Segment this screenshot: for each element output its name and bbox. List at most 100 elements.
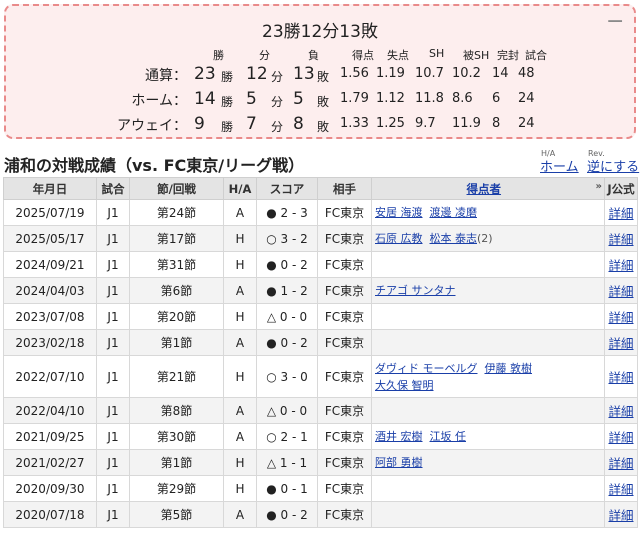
- scorer-link[interactable]: ダヴィド モーベルグ: [375, 362, 478, 375]
- home-link[interactable]: ホーム: [540, 156, 579, 175]
- scorer-link[interactable]: 安居 海渡: [375, 206, 423, 219]
- col-ha: H/A: [223, 177, 257, 200]
- detail-link[interactable]: 詳細: [608, 508, 633, 523]
- detail-link[interactable]: 詳細: [608, 430, 633, 445]
- detail-link[interactable]: 詳細: [608, 206, 633, 221]
- goal-count: (2): [477, 232, 493, 245]
- match-round: 第6節: [129, 277, 224, 304]
- summary-header: 勝: [213, 49, 224, 62]
- detail-cell: 詳細: [604, 355, 638, 398]
- summary-row-label: 通算：: [145, 68, 187, 84]
- table-row: 2021/09/25 J1 第30節 A ○ 2 - 1 FC東京 酒井 宏樹 江坂 任詳細: [3, 423, 638, 450]
- match-date: 2020/09/30: [3, 475, 97, 502]
- summary-draw-unit: 分: [271, 70, 284, 84]
- summary-games: 24: [518, 116, 535, 131]
- summary-goals-for: 1.79: [340, 91, 369, 106]
- summary-panel: 23勝12分13敗 − 勝分負得点 失点 SH 被SH 完封 試合 通算： 23 勝 12 分 13 敗…: [4, 4, 636, 139]
- detail-link[interactable]: 詳細: [608, 232, 633, 247]
- table-row: 2024/09/21 J1 第31節 H ● 0 - 2 FC東京 詳細: [3, 251, 638, 278]
- match-opponent: FC東京: [317, 199, 372, 226]
- match-round: 第30節: [129, 423, 224, 450]
- scorer-link[interactable]: 江坂 任: [430, 430, 467, 443]
- match-competition: J1: [96, 397, 130, 424]
- summary-win-unit: 勝: [221, 120, 234, 134]
- match-date: 2024/09/21: [3, 251, 97, 278]
- summary-draw-unit: 分: [271, 95, 284, 109]
- match-competition: J1: [96, 251, 130, 278]
- summary-loss-unit: 敗: [317, 95, 330, 109]
- scorers-sort-link[interactable]: 得点者: [467, 182, 502, 196]
- summary-losses: 5: [293, 89, 304, 109]
- match-score: ○ 3 - 2: [256, 225, 318, 252]
- scorer-link[interactable]: チアゴ サンタナ: [375, 284, 456, 297]
- table-header-row: 年月日 試合 節/回戦 H/A スコア 相手 得点者 » J公式: [3, 177, 638, 200]
- match-scorers: [371, 397, 605, 424]
- match-ha: A: [223, 277, 257, 304]
- summary-goals-against: 1.25: [376, 116, 405, 131]
- match-scorers: 石原 広教 松本 泰志(2): [371, 225, 605, 252]
- match-opponent: FC東京: [317, 277, 372, 304]
- match-date: 2024/04/03: [3, 277, 97, 304]
- match-date: 2022/07/10: [3, 355, 97, 398]
- detail-link[interactable]: 詳細: [608, 370, 633, 385]
- summary-row-label: ホーム：: [131, 93, 187, 109]
- match-ha: H: [223, 225, 257, 252]
- scorer-link[interactable]: 石原 広教: [375, 232, 423, 245]
- match-scorers: [371, 475, 605, 502]
- table-row: 2022/07/10 J1 第21節 H ○ 3 - 0 FC東京 ダヴィド モーベルグ 伊…: [3, 355, 638, 398]
- detail-link[interactable]: 詳細: [608, 336, 633, 351]
- match-opponent: FC東京: [317, 501, 372, 528]
- detail-link[interactable]: 詳細: [608, 404, 633, 419]
- match-competition: J1: [96, 277, 130, 304]
- reverse-link[interactable]: 逆にする: [587, 156, 639, 175]
- scorer-link[interactable]: 阿部 勇樹: [375, 456, 423, 469]
- scorer-link[interactable]: 大久保 智明: [375, 379, 434, 392]
- summary-losses: 13: [293, 64, 315, 84]
- col-date: 年月日: [3, 177, 97, 200]
- scorer-link[interactable]: 松本 泰志: [430, 232, 478, 245]
- match-competition: J1: [96, 475, 130, 502]
- match-scorers: チアゴ サンタナ: [371, 277, 605, 304]
- summary-shots-against: 8.6: [452, 91, 473, 106]
- match-competition: J1: [96, 225, 130, 252]
- match-ha: A: [223, 397, 257, 424]
- detail-cell: 詳細: [604, 501, 638, 528]
- scorer-link[interactable]: 酒井 宏樹: [375, 430, 423, 443]
- summary-wins: 14: [194, 89, 216, 109]
- summary-loss-unit: 敗: [317, 70, 330, 84]
- summary-shots-against: 10.2: [452, 66, 481, 81]
- match-scorers: [371, 251, 605, 278]
- match-ha: H: [223, 449, 257, 476]
- match-scorers: [371, 501, 605, 528]
- match-score: ● 0 - 2: [256, 501, 318, 528]
- match-competition: J1: [96, 355, 130, 398]
- sort-icon[interactable]: »: [596, 181, 602, 192]
- summary-loss-unit: 敗: [317, 120, 330, 134]
- detail-link[interactable]: 詳細: [608, 310, 633, 325]
- match-score: ● 2 - 3: [256, 199, 318, 226]
- col-opponent: 相手: [317, 177, 372, 200]
- match-opponent: FC東京: [317, 225, 372, 252]
- detail-cell: 詳細: [604, 277, 638, 304]
- match-scorers: 安居 海渡 渡邊 凌磨: [371, 199, 605, 226]
- summary-win-unit: 勝: [221, 95, 234, 109]
- summary-draws: 7: [246, 114, 257, 134]
- match-score: △ 1 - 1: [256, 449, 318, 476]
- summary-shots: 10.7: [415, 66, 444, 81]
- table-row: 2024/04/03 J1 第6節 A ● 1 - 2 FC東京 チアゴ サンタナ 詳細: [3, 277, 638, 304]
- detail-link[interactable]: 詳細: [608, 482, 633, 497]
- scorer-link[interactable]: 伊藤 敦樹: [485, 362, 533, 375]
- detail-link[interactable]: 詳細: [608, 258, 633, 273]
- scorer-link[interactable]: 渡邊 凌磨: [430, 206, 478, 219]
- match-score: ● 0 - 2: [256, 251, 318, 278]
- match-ha: A: [223, 329, 257, 356]
- detail-link[interactable]: 詳細: [608, 456, 633, 471]
- table-row: 2020/09/30 J1 第29節 H ● 0 - 1 FC東京 詳細: [3, 475, 638, 502]
- summary-header: 完封: [497, 49, 519, 62]
- match-round: 第29節: [129, 475, 224, 502]
- detail-cell: 詳細: [604, 397, 638, 424]
- summary-losses: 8: [293, 114, 304, 134]
- detail-link[interactable]: 詳細: [608, 284, 633, 299]
- table-row: 2022/04/10 J1 第8節 A △ 0 - 0 FC東京 詳細: [3, 397, 638, 424]
- collapse-icon[interactable]: −: [606, 11, 624, 33]
